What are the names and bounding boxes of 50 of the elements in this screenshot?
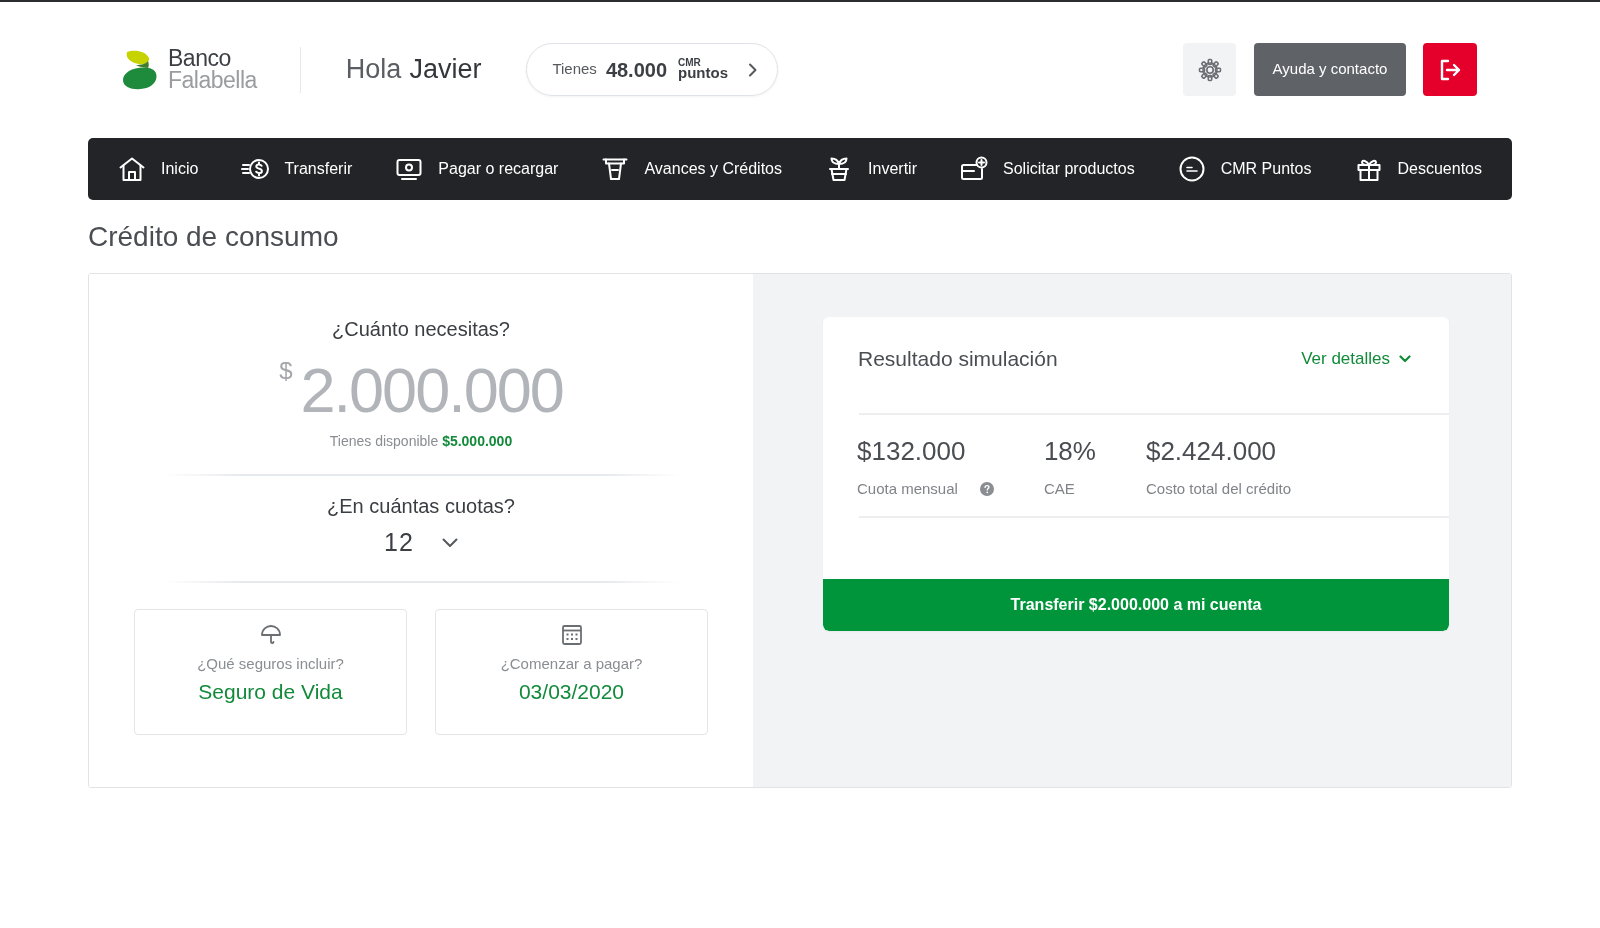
available-amount-text: Tienes disponible $5.000.000 (329, 432, 513, 451)
option-question: ¿Comenzar a pagar? (500, 653, 643, 674)
help-contact-button[interactable]: Ayuda y contacto (1254, 43, 1406, 96)
transfer-button[interactable]: Transferir $2.000.000 a mi cuenta (823, 579, 1449, 631)
nav-link[interactable]: CMR Puntos (1177, 155, 1312, 183)
start-date-option[interactable]: ¿Comenzar a pagar? 03/03/2020 (435, 608, 708, 735)
option-question: ¿Qué seguros incluir? (197, 653, 344, 674)
brand-caption: CMR (678, 58, 702, 68)
figure-value: $2.424.000 (1145, 436, 1277, 466)
nav-link[interactable]: Pagar o recargar (395, 155, 559, 183)
result-title: Resultado simulación (858, 346, 1058, 372)
nav-link[interactable]: Transferir (241, 155, 353, 183)
settings-button[interactable] (1183, 43, 1236, 96)
option-value: 03/03/2020 (518, 679, 625, 705)
page-title: Crédito de consumo (88, 220, 339, 254)
logo-text: Falabella (168, 69, 257, 92)
insurance-option[interactable]: ¿Qué seguros incluir? Seguro de Vida (134, 608, 407, 735)
nav-link[interactable]: Solicitar productos (960, 155, 1135, 183)
umbrella-icon (259, 623, 282, 646)
greeting-text: Hola (345, 53, 402, 87)
card-plus-icon (960, 155, 989, 183)
home-icon (118, 155, 146, 183)
chevron-down-icon (1399, 354, 1411, 363)
logout-icon (1439, 58, 1461, 81)
figure-label: Costo total del crédito (1145, 479, 1292, 499)
points-label: Tienes (552, 59, 597, 80)
nav-link[interactable]: Avances y Créditos (601, 155, 782, 183)
installments-question: ¿En cuántas cuotas? (327, 494, 515, 518)
currency-symbol: $ (279, 359, 293, 383)
amount-question: ¿Cuánto necesitas? (332, 317, 510, 341)
calendar-icon (560, 623, 583, 646)
points-badge-icon (1177, 155, 1206, 183)
figure-value: $132.000 (857, 436, 966, 466)
figure-label: CAE (1043, 479, 1075, 499)
figure-label: Cuota mensual (857, 479, 958, 499)
option-value: Seguro de Vida (198, 679, 343, 705)
details-link[interactable]: Ver detalles (1301, 346, 1411, 372)
logo-text: Banco (168, 47, 231, 70)
chevron-down-icon (441, 537, 458, 548)
installments-select[interactable]: 12 (384, 524, 458, 562)
nav-link[interactable]: Invertir (825, 155, 917, 183)
figure-value: 18% (1043, 436, 1096, 466)
brand-word: puntos (678, 67, 729, 81)
chevron-right-icon (748, 62, 758, 77)
points-value: 48.000 (605, 57, 668, 83)
user-name: Javier (409, 53, 482, 87)
logout-button[interactable] (1423, 43, 1477, 96)
nav-link[interactable]: Descuentos (1354, 155, 1482, 183)
settings-icon (1197, 57, 1222, 82)
nav-link[interactable]: Inicio (118, 155, 199, 183)
